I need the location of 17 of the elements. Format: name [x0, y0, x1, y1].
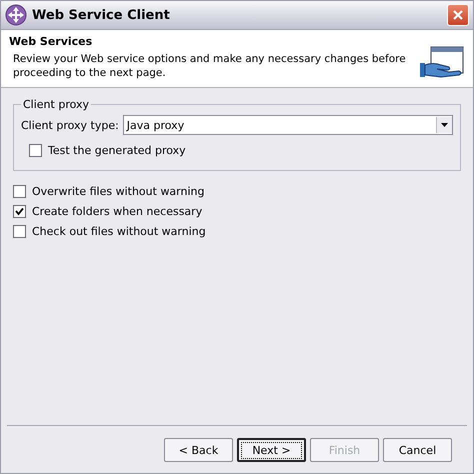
- wizard-button[interactable]: Next >: [237, 438, 306, 462]
- option-checkbox[interactable]: Create folders when necessary: [13, 201, 461, 221]
- close-button[interactable]: [447, 4, 469, 26]
- wizard-button[interactable]: < Back: [164, 438, 233, 462]
- checkmark-icon: [15, 206, 24, 216]
- page-description: Review your Web service options and make any necessary changes before proceeding to the next page.: [12, 52, 407, 80]
- option-checkbox[interactable]: Check out files without warning: [13, 221, 461, 241]
- test-proxy-checkbox[interactable]: Test the generated proxy: [29, 140, 453, 160]
- option-checkbox[interactable]: Overwrite files without warning: [13, 181, 461, 201]
- app-icon: [5, 4, 27, 26]
- window-title: Web Service Client: [32, 8, 171, 22]
- page-title: Web Services: [9, 35, 94, 48]
- wizard-button[interactable]: Cancel: [383, 438, 452, 462]
- close-icon: [452, 9, 464, 21]
- proxy-type-label: Client proxy type:: [21, 118, 119, 132]
- group-legend: Client proxy: [21, 98, 92, 111]
- proxy-type-dropdown[interactable]: Java proxy: [122, 115, 453, 135]
